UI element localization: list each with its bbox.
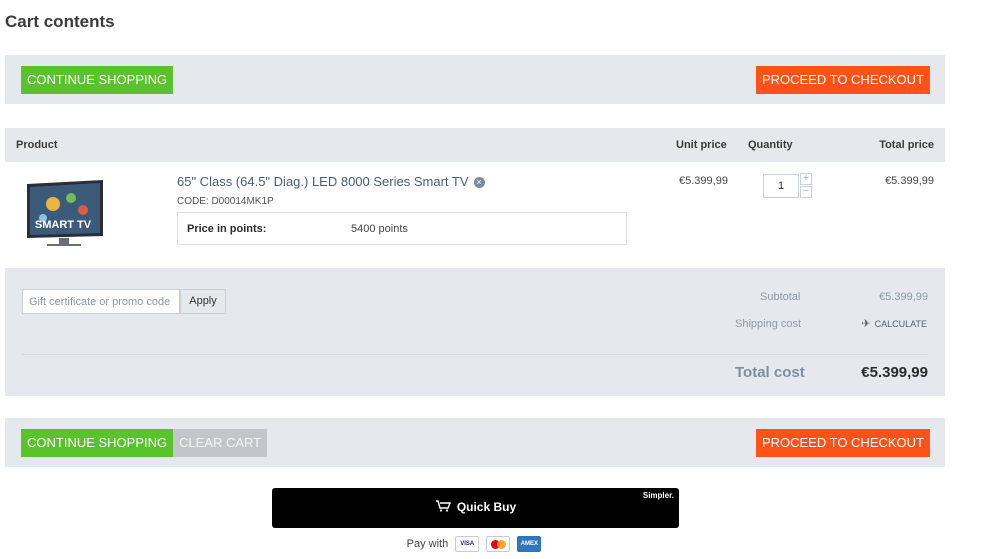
quantity-decrease-button[interactable]: − xyxy=(800,186,812,198)
amex-card-icon: AMEX xyxy=(517,536,542,552)
points-label: Price in points: xyxy=(187,223,267,235)
top-button-bar: CONTINUE SHOPPING PROCEED TO CHECKOUT xyxy=(5,55,945,104)
calculate-label[interactable]: CALCULATE xyxy=(875,319,927,329)
points-value: 5400 points xyxy=(351,223,408,235)
pay-with-row: Pay with VISA AMEX xyxy=(0,536,948,552)
total-cost-value: €5.399,99 xyxy=(861,364,928,381)
visa-card-icon: VISA xyxy=(455,536,480,552)
product-thumbnail[interactable]: SMART TV xyxy=(23,178,105,252)
cart-summary: Apply Subtotal €5.399,99 Shipping cost ✈… xyxy=(5,268,945,396)
subtotal-value: €5.399,99 xyxy=(879,291,928,303)
product-code: CODE: D00014MK1P xyxy=(177,196,274,207)
quick-buy-label[interactable]: Quick Buy xyxy=(457,500,516,514)
calculate-shipping-link[interactable]: ✈ CALCULATE xyxy=(861,317,927,330)
unit-price: €5.399,99 xyxy=(679,175,728,187)
proceed-to-checkout-button-bottom[interactable]: PROCEED TO CHECKOUT xyxy=(755,429,930,457)
plane-icon: ✈ xyxy=(861,318,871,330)
summary-divider xyxy=(22,354,928,355)
cart-item-row: SMART TV 65" Class (64.5" Diag.) LED 800… xyxy=(5,162,945,268)
continue-shopping-button-bottom[interactable]: CONTINUE SHOPPING xyxy=(21,429,174,457)
clear-cart-button[interactable]: CLEAR CART xyxy=(173,429,268,457)
header-total-price: Total price xyxy=(879,139,934,151)
header-unit-price: Unit price xyxy=(676,139,727,151)
shipping-cost-label: Shipping cost xyxy=(735,318,802,330)
mastercard-icon xyxy=(486,536,511,552)
continue-shopping-button[interactable]: CONTINUE SHOPPING xyxy=(21,66,174,94)
bottom-button-bar: CONTINUE SHOPPING CLEAR CART PROCEED TO … xyxy=(5,418,945,467)
simpler-brand: Simpler. xyxy=(642,491,674,500)
product-name-text[interactable]: 65" Class (64.5" Diag.) LED 8000 Series … xyxy=(177,174,469,189)
item-total-price: €5.399,99 xyxy=(885,175,934,187)
promo-code-input[interactable] xyxy=(22,289,180,314)
apply-promo-button[interactable]: Apply xyxy=(180,289,226,314)
proceed-to-checkout-button[interactable]: PROCEED TO CHECKOUT xyxy=(755,66,930,94)
cart-table-header: Product Unit price Quantity Total price xyxy=(5,128,945,162)
page-title: Cart contents xyxy=(5,12,115,31)
thumbnail-label: SMART TV xyxy=(35,219,92,231)
total-cost-label: Total cost xyxy=(735,364,805,381)
cart-lightning-icon xyxy=(435,500,451,514)
quantity-increase-button[interactable]: + xyxy=(800,173,812,185)
header-quantity: Quantity xyxy=(748,139,793,151)
remove-item-icon[interactable]: × xyxy=(473,177,485,188)
quick-buy-button[interactable]: Quick Buy Simpler. xyxy=(272,488,679,528)
quantity-input[interactable]: 1 xyxy=(763,174,799,198)
pay-with-label: Pay with xyxy=(406,538,449,550)
price-in-points-box: Price in points: 5400 points xyxy=(177,212,627,245)
product-name[interactable]: 65" Class (64.5" Diag.) LED 8000 Series … xyxy=(177,174,485,189)
subtotal-label: Subtotal xyxy=(760,291,801,303)
header-product: Product xyxy=(16,139,58,151)
